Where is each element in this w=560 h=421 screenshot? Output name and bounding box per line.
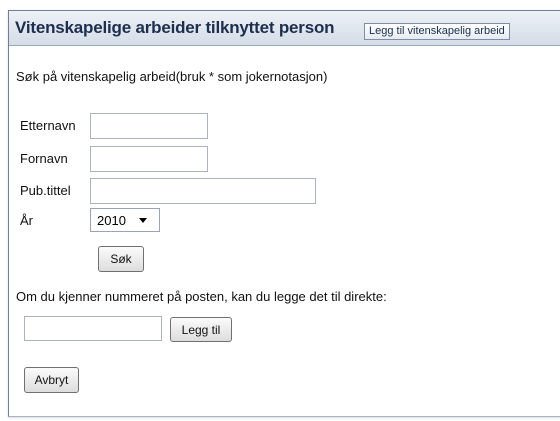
search-button[interactable]: Søk: [98, 246, 144, 272]
pub-tittel-label: Pub.tittel: [20, 183, 71, 198]
chevron-down-icon: [139, 218, 147, 223]
fornavn-input[interactable]: [90, 146, 208, 172]
etternavn-label: Etternavn: [20, 118, 76, 133]
panel-header: Vitenskapelige arbeider tilknyttet perso…: [9, 11, 560, 46]
direct-add-instructions: Om du kjenner nummeret på posten, kan du…: [16, 289, 387, 304]
cancel-button[interactable]: Avbryt: [24, 367, 79, 393]
post-number-input[interactable]: [24, 316, 162, 341]
year-label: År: [20, 213, 33, 228]
fornavn-label: Fornavn: [20, 151, 68, 166]
pub-tittel-input[interactable]: [90, 178, 316, 204]
page-title: Vitenskapelige arbeider tilknyttet perso…: [15, 18, 335, 37]
add-scientific-work-button[interactable]: Legg til vitenskapelig arbeid: [364, 23, 510, 40]
year-select[interactable]: 2010: [90, 208, 160, 232]
year-select-value: 2010: [97, 213, 126, 228]
etternavn-input[interactable]: [90, 113, 208, 139]
search-instructions: Søk på vitenskapelig arbeid(bruk * som j…: [16, 69, 328, 84]
add-post-button[interactable]: Legg til: [170, 317, 232, 342]
